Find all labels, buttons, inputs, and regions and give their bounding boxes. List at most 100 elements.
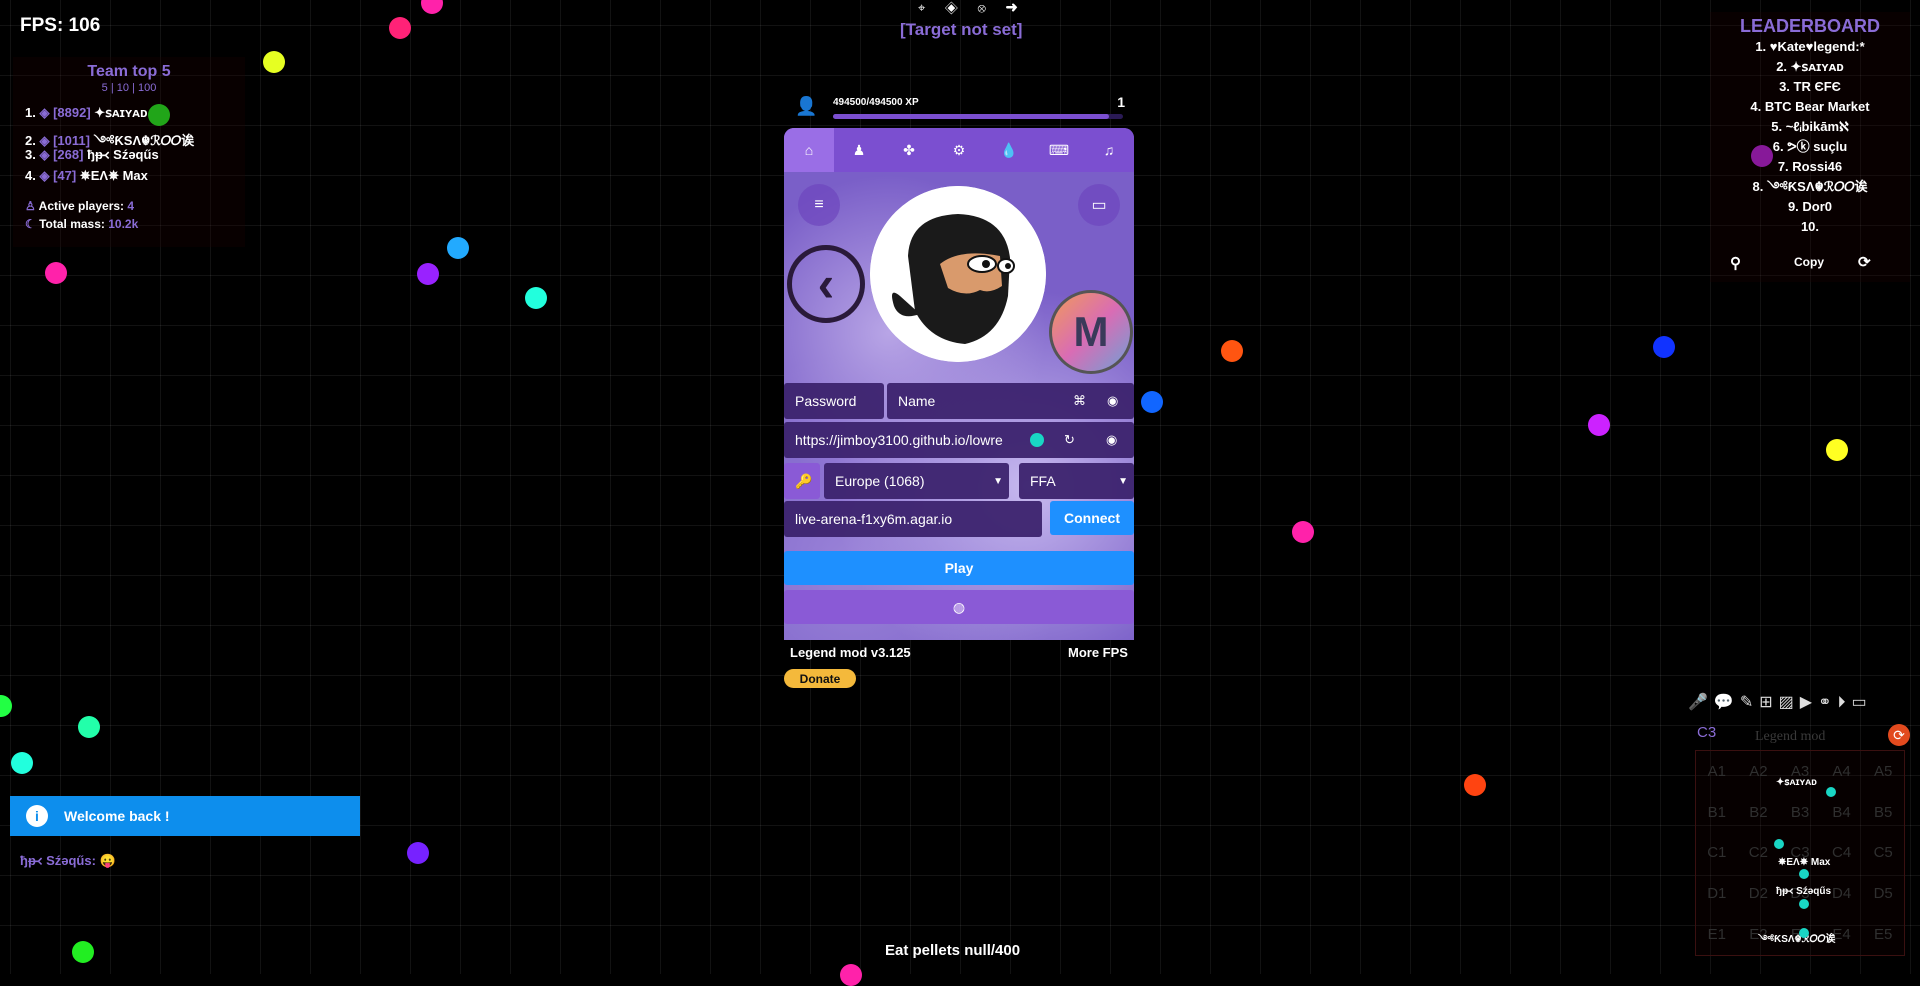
spectate-button[interactable]: ◍ [784,590,1134,624]
minimap-cell: B1 [1707,803,1726,821]
team-player-name: ✦ꜱᴀɪʏᴀᴅ [94,105,148,120]
pellet [1464,774,1486,796]
menu-icon: ≡ [814,196,824,213]
translate-icon[interactable]: ⌘ [1073,393,1086,409]
minimap-cell: A4 [1832,762,1851,780]
leaderboard-item: 2. ✦ꜱᴀɪʏᴀᴅ [1776,59,1844,74]
image-icon[interactable]: ▨ [1779,694,1800,711]
play-button[interactable]: Play [784,551,1134,585]
dropdown-arrow-icon: ▼ [993,475,1003,487]
more-fps-link[interactable]: More FPS [1068,645,1128,660]
leaderboard-item: 5. ~ℓᵢbikāmℵ [1771,119,1849,134]
donate-button[interactable]: Donate [784,669,856,688]
sitemap-icon[interactable]: ⊞ [1759,694,1778,711]
tab-extensions[interactable]: ✤ [884,128,934,172]
skin-avatar[interactable] [870,186,1046,362]
dropdown-arrow-icon: ▼ [1118,475,1128,487]
monitor-icon[interactable]: ▭ [1852,694,1873,711]
diamond-icon: ◈ [39,168,50,183]
skin-url-field[interactable]: https://jimboy3100.github.io/lowre ↻ ◉ [784,422,1134,458]
moon-icon: ☾ [25,217,36,231]
minimap-cell: D2 [1748,885,1768,903]
key-button[interactable]: 🔑 [784,463,820,499]
pellet [1221,340,1243,362]
refresh-icon[interactable]: ⟳ [1858,253,1871,271]
microphone-icon[interactable]: 🎤 [1688,694,1714,711]
team-row: 4. ◈ [47] ✵EΛ✵ Max [25,168,148,188]
minimap-refresh-button[interactable]: ⟳ [1888,724,1910,746]
leaderboard-item: 3. TR ЄFЄ [1779,79,1841,94]
server-field[interactable]: live-arena-f1xy6m.agar.io [784,501,1042,537]
team-title: Team top 5 [87,63,171,80]
diamond-icon: ◈ [39,133,50,148]
team-mass: [47] [53,168,77,183]
key-icon: 🔑 [795,472,813,489]
keyboard-icon: ⌨ [1048,141,1070,158]
target-status: [Target not set] [900,20,1023,39]
tab-profile[interactable]: ♟ [834,128,884,172]
connect-button[interactable]: Connect [1050,501,1134,535]
tab-home[interactable]: ⌂ [784,128,834,172]
minimap-player-label: ђᵽ᚜ Sźəqűs [1776,886,1832,897]
tab-music[interactable]: ♫ [1084,128,1134,172]
fps-counter: FPS: 106 [20,15,101,36]
team-mass: [1011] [53,133,90,148]
xp-fill [833,114,1109,119]
eye-icon[interactable]: ◉ [1106,432,1117,448]
minimap-cell: A2 [1749,762,1768,780]
name-field[interactable]: Name ⌘ ◉ [887,383,1134,419]
drop-icon: 💧 [1000,141,1018,158]
leaderboard-item: 4. BTC Bear Market [1750,99,1870,114]
minimap-cell: C5 [1873,844,1893,862]
copy-button[interactable]: Copy [1794,255,1824,269]
minimap-title: Legend mod [1755,729,1826,744]
password-field[interactable]: Password [784,383,884,419]
xp-bar: 👤 494500/494500 XP 1 [785,92,1125,122]
avatar-image [870,186,1046,362]
team-row: 1. ◈ [8892] ✦ꜱᴀɪʏᴀᴅ [25,105,147,125]
team-row: 3. ◈ [268] ђᵽ᚜ Sźəqűs [25,147,159,167]
minimap-cell: B5 [1874,803,1893,821]
tab-theme[interactable]: 💧 [984,128,1034,172]
total-mass-row: ☾ Total mass: 10.2k [25,217,138,231]
chevron-left-icon: ‹ [817,256,835,312]
target-icons[interactable]: ⌖ ◈ ⊗ ➜ [918,0,1026,16]
team-filter[interactable]: 5 | 10 | 100 [13,82,245,94]
shop-button[interactable]: ▭ [1078,184,1120,226]
eye-icon[interactable]: ◉ [1107,393,1118,409]
region-value: Europe (1068) [835,473,925,489]
minimap-cell: A1 [1707,762,1726,780]
minimap-cell: B3 [1790,803,1810,821]
mode-select[interactable]: FFA ▼ [1019,463,1134,499]
chat-message: ђᵽ᚜ Sźəqűs: 😛 [20,853,116,869]
profile-icon[interactable]: 👤 [795,96,817,117]
team-mass: [8892] [53,105,91,120]
previous-skin-button[interactable]: ‹ [787,245,865,323]
pellet [78,716,100,738]
logo-icon: M [1073,308,1109,355]
minimap[interactable]: A1 A2 A3 A4 A5 B1 B2 B3 B4 B5 C1 C2 C3 C4 C5 D1 D2 D3 D4 D5… [1695,750,1905,956]
music-icon: ♫ [1103,142,1115,158]
total-mass-value: 10.2k [108,217,139,231]
leaderboard-item: 1. ♥Kate♥legend:* [1755,39,1865,54]
tab-settings[interactable]: ⚙ [934,128,984,172]
search-icon[interactable]: ⚲ [1730,254,1741,272]
pellet [525,287,547,309]
binoculars-icon[interactable]: ⚭ [1818,694,1837,711]
brush-icon[interactable]: ✎ [1740,694,1759,711]
region-select[interactable]: Europe (1068) ▼ [824,463,1009,499]
skin-preview[interactable]: M [1049,290,1133,374]
team-rank: 2. [25,133,36,148]
team-rank: 1. [25,105,36,120]
history-icon[interactable]: ↻ [1064,432,1075,448]
tab-hotkeys[interactable]: ⌨ [1034,128,1084,172]
total-mass-label: Total mass: [39,217,105,231]
pellet [417,263,439,285]
server-value: live-arena-f1xy6m.agar.io [795,511,953,527]
chat-icon[interactable]: 💬 [1714,694,1740,711]
minimap-player-dot [1774,839,1784,849]
youtube-icon[interactable]: ▶ [1800,694,1818,711]
leaderboard-title: LEADERBOARD [1739,16,1880,36]
play-circle-icon[interactable]: ⏵ [1838,694,1852,711]
menu-button[interactable]: ≡ [798,184,840,226]
